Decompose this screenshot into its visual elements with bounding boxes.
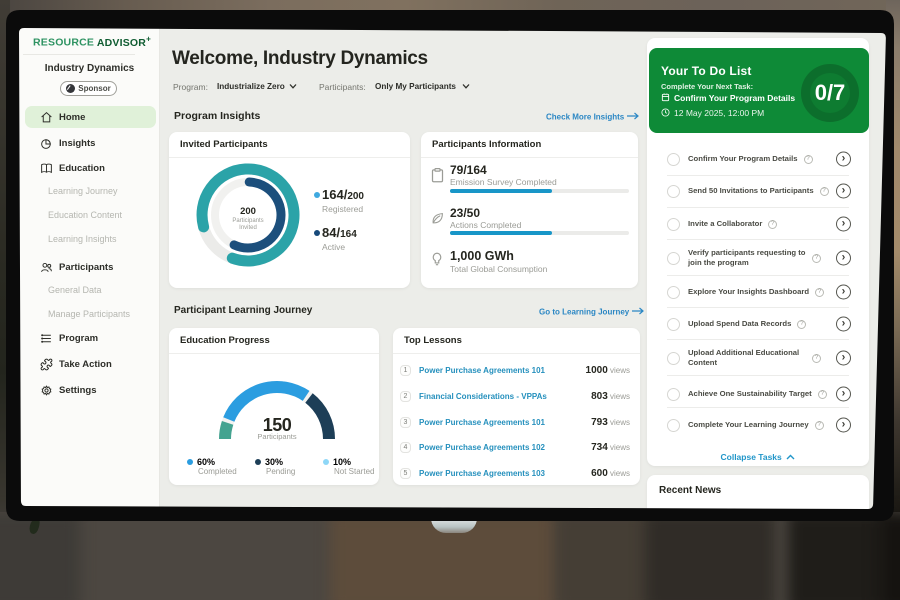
- svg-text:Participants: Participants: [257, 432, 296, 441]
- svg-text:Invited: Invited: [239, 225, 257, 231]
- svg-text:200: 200: [240, 206, 256, 217]
- svg-text:Participants: Participants: [232, 218, 263, 224]
